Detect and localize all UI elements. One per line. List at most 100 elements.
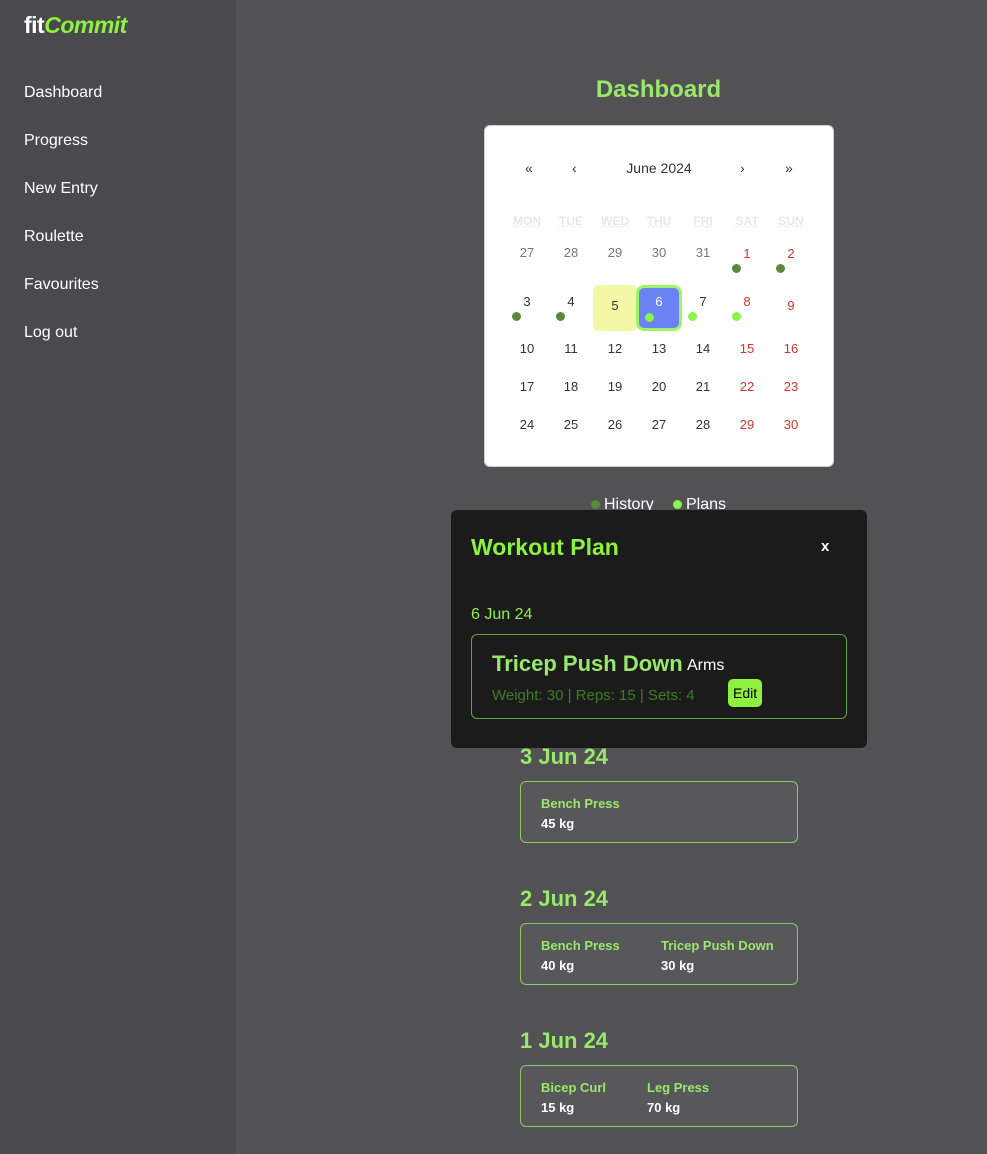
calendar-day-number: 23 xyxy=(783,379,799,394)
calendar-day-number: 27 xyxy=(519,245,535,260)
edit-button[interactable]: Edit xyxy=(728,679,763,707)
calendar-day-number: 22 xyxy=(739,379,755,394)
calendar-day[interactable]: 4 xyxy=(549,284,593,332)
calendar-day[interactable]: 12 xyxy=(593,332,637,370)
calendar-day[interactable]: 7 xyxy=(681,284,725,332)
calendar-day[interactable]: 21 xyxy=(681,370,725,408)
calendar-month-label[interactable]: June 2024 xyxy=(485,160,833,176)
weekday-header: SUN xyxy=(778,214,804,228)
sidebar: fitCommit Dashboard Progress New Entry R… xyxy=(0,0,236,1154)
history-dot-icon xyxy=(591,500,600,510)
sidebar-item-log-out[interactable]: Log out xyxy=(24,324,102,372)
plan-exercise-name: Tricep Push Down xyxy=(492,651,683,676)
calendar-day-number: 28 xyxy=(695,417,711,432)
calendar-day[interactable]: 1 xyxy=(725,236,769,284)
calendar-day[interactable]: 14 xyxy=(681,332,725,370)
workout-plan-modal: Workout Plan x 6 Jun 24 Tricep Push Down… xyxy=(451,510,867,748)
calendar-day-number: 25 xyxy=(563,417,579,432)
exercise-item: Bicep Curl 15 kg xyxy=(541,1080,606,1115)
calendar-day-number: 6 xyxy=(655,294,663,309)
app-logo[interactable]: fitCommit xyxy=(24,12,127,39)
calendar-day-number: 26 xyxy=(607,417,623,432)
calendar-day-number: 1 xyxy=(743,246,751,261)
sidebar-item-dashboard[interactable]: Dashboard xyxy=(24,84,102,132)
sidebar-item-favourites[interactable]: Favourites xyxy=(24,276,102,324)
plan-dot-icon xyxy=(645,313,654,322)
calendar-day[interactable]: 29 xyxy=(725,408,769,446)
modal-title: Workout Plan xyxy=(471,534,619,560)
calendar-day[interactable]: 2 xyxy=(769,236,813,284)
history-entry-card[interactable]: Bicep Curl 15 kg Leg Press 70 kg xyxy=(520,1065,798,1127)
calendar-day-number: 10 xyxy=(519,341,535,356)
plan-card: Tricep Push Down Arms Weight: 30 | Reps:… xyxy=(471,634,847,719)
history-date: 1 Jun 24 xyxy=(520,1028,609,1053)
sidebar-item-new-entry[interactable]: New Entry xyxy=(24,180,102,228)
page-title: Dashboard xyxy=(595,76,722,103)
calendar: « ‹ June 2024 › » MON TUE WED THU FRI SAT SUN 2… xyxy=(484,125,834,467)
calendar-day[interactable]: 23 xyxy=(769,370,813,408)
calendar-day-number: 28 xyxy=(563,245,579,260)
calendar-day[interactable]: 31 xyxy=(681,236,725,284)
calendar-day[interactable]: 24 xyxy=(505,408,549,446)
history-dot-icon xyxy=(732,264,741,273)
calendar-day-number: 31 xyxy=(695,245,711,260)
calendar-day[interactable]: 26 xyxy=(593,408,637,446)
calendar-day[interactable]: 29 xyxy=(593,236,637,284)
exercise-item: Bench Press 45 kg xyxy=(541,796,620,831)
history-dot-icon xyxy=(512,312,521,321)
calendar-day[interactable]: 9 xyxy=(769,284,813,332)
weekday-header: THU xyxy=(646,214,672,228)
close-button[interactable]: x xyxy=(821,538,829,555)
calendar-day[interactable]: 22 xyxy=(725,370,769,408)
plan-dot-icon xyxy=(673,500,682,510)
sidebar-item-roulette[interactable]: Roulette xyxy=(24,228,102,276)
calendar-day[interactable]: 17 xyxy=(505,370,549,408)
calendar-day-number: 18 xyxy=(563,379,579,394)
sidebar-item-progress[interactable]: Progress xyxy=(24,132,102,180)
history-dot-icon xyxy=(556,312,565,321)
calendar-day[interactable]: 19 xyxy=(593,370,637,408)
exercise-weight: 40 kg xyxy=(541,958,575,973)
history-dot-icon xyxy=(776,264,785,273)
calendar-day[interactable]: 13 xyxy=(637,332,681,370)
plan-dot-icon xyxy=(688,312,697,321)
calendar-next-button[interactable]: › xyxy=(740,160,745,176)
history-entry-card[interactable]: Bench Press 45 kg xyxy=(520,781,798,843)
calendar-day-number: 19 xyxy=(607,379,623,394)
exercise-weight: 30 kg xyxy=(661,958,695,973)
calendar-last-button[interactable]: » xyxy=(785,160,793,176)
calendar-day[interactable]: 28 xyxy=(549,236,593,284)
calendar-day[interactable]: 5 xyxy=(593,285,637,331)
plan-dot-icon xyxy=(732,312,741,321)
exercise-weight: 15 kg xyxy=(541,1100,575,1115)
calendar-day[interactable]: 8 xyxy=(725,284,769,332)
calendar-day-number: 30 xyxy=(651,245,667,260)
calendar-day[interactable]: 25 xyxy=(549,408,593,446)
calendar-day[interactable]: 27 xyxy=(637,408,681,446)
calendar-day-number: 17 xyxy=(519,379,535,394)
calendar-day[interactable]: 27 xyxy=(505,236,549,284)
calendar-day-number: 9 xyxy=(787,298,795,313)
calendar-day[interactable]: 15 xyxy=(725,332,769,370)
calendar-day[interactable]: 6 xyxy=(636,285,682,331)
history-entry-card[interactable]: Bench Press 40 kg Tricep Push Down 30 kg xyxy=(520,923,798,985)
calendar-day[interactable]: 16 xyxy=(769,332,813,370)
calendar-day-number: 15 xyxy=(739,341,755,356)
calendar-day-number: 3 xyxy=(523,294,531,309)
calendar-day[interactable]: 30 xyxy=(769,408,813,446)
exercise-name: Tricep Push Down xyxy=(661,938,774,953)
exercise-name: Leg Press xyxy=(647,1080,710,1095)
calendar-day[interactable]: 11 xyxy=(549,332,593,370)
calendar-day[interactable]: 10 xyxy=(505,332,549,370)
calendar-day[interactable]: 28 xyxy=(681,408,725,446)
calendar-day[interactable]: 20 xyxy=(637,370,681,408)
calendar-day[interactable]: 18 xyxy=(549,370,593,408)
calendar-day-number: 2 xyxy=(787,246,795,261)
exercise-weight: 70 kg xyxy=(647,1100,681,1115)
calendar-day[interactable]: 3 xyxy=(505,284,549,332)
calendar-day-number: 14 xyxy=(695,341,711,356)
calendar-day-number: 5 xyxy=(611,298,619,313)
calendar-day-number: 21 xyxy=(695,379,711,394)
calendar-day[interactable]: 30 xyxy=(637,236,681,284)
exercise-item: Tricep Push Down 30 kg xyxy=(661,938,774,973)
